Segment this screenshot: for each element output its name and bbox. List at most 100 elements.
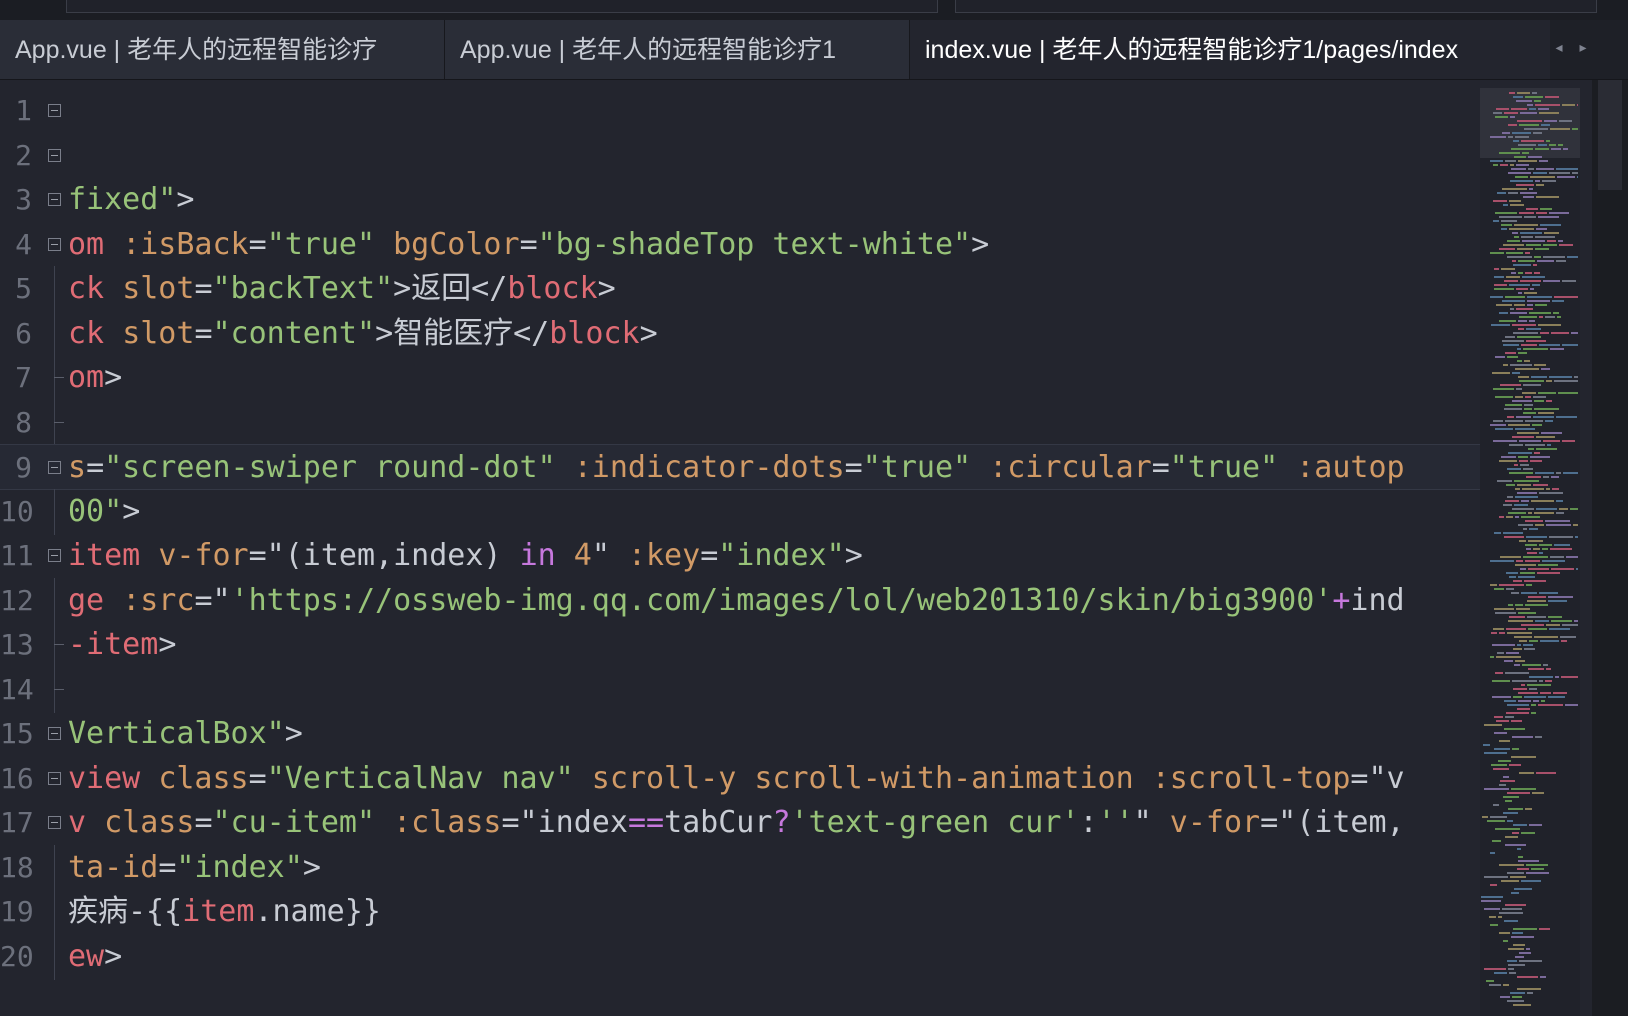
code-line[interactable]: 1 bbox=[0, 88, 1480, 134]
minimap-line bbox=[1504, 660, 1513, 662]
minimap-line bbox=[1515, 176, 1528, 178]
code-line[interactable]: 5 ck slot="backText">返回</block> bbox=[0, 266, 1480, 312]
minimap-line bbox=[1546, 488, 1550, 490]
minimap-line bbox=[1495, 828, 1520, 830]
minimap-line bbox=[1536, 212, 1547, 214]
code-editor[interactable]: 1 2 3 fixed"> 4 om :isBack="true" bgColor="bg… bbox=[0, 80, 1480, 1016]
code-line[interactable]: 2 bbox=[0, 133, 1480, 179]
minimap-line bbox=[1513, 696, 1522, 698]
code-line[interactable]: 9 s="screen-swiper round-dot" :indicator-… bbox=[0, 444, 1480, 490]
minimap-line bbox=[1540, 976, 1546, 978]
minimap-line bbox=[1512, 232, 1518, 234]
code-line[interactable]: 10 00"> bbox=[0, 488, 1480, 535]
code-line[interactable]: 12 ge :src="'https://ossweb-img.qq.com/im… bbox=[0, 577, 1480, 624]
fold-toggle-icon[interactable] bbox=[48, 549, 61, 562]
minimap-line bbox=[1501, 456, 1516, 458]
minimap-line bbox=[1510, 992, 1525, 994]
fold-toggle-icon[interactable] bbox=[48, 771, 61, 785]
minimap[interactable] bbox=[1480, 88, 1580, 1016]
minimap-line bbox=[1516, 560, 1523, 562]
fold-toggle-icon[interactable] bbox=[48, 148, 61, 162]
minimap-line bbox=[1493, 628, 1504, 630]
minimap-line bbox=[1532, 92, 1537, 94]
code-line[interactable]: 20 ew> bbox=[0, 933, 1480, 980]
minimap-line bbox=[1492, 644, 1515, 646]
tab-app-vue-1[interactable]: App.vue | 老年人的远程智能诊疗1 bbox=[445, 20, 910, 79]
minimap-line bbox=[1516, 416, 1531, 418]
minimap-line bbox=[1515, 956, 1524, 958]
code-line[interactable]: 16 view class="VerticalNav nav" scroll-y … bbox=[0, 756, 1480, 802]
minimap-line bbox=[1507, 632, 1532, 634]
code-token: scroll-y bbox=[591, 760, 737, 796]
code-token: :src bbox=[122, 582, 195, 618]
code-line[interactable]: 11 item v-for="(item,index) in 4" :key="i… bbox=[0, 533, 1480, 579]
line-number: 4 bbox=[15, 227, 32, 261]
tab-index-vue[interactable]: index.vue | 老年人的远程智能诊疗1/pages/index bbox=[910, 20, 1550, 79]
minimap-line bbox=[1508, 948, 1524, 950]
minimap-line bbox=[1518, 612, 1536, 614]
code-line[interactable]: 13 -item> bbox=[0, 622, 1480, 668]
minimap-line bbox=[1505, 836, 1518, 838]
minimap-line bbox=[1546, 400, 1552, 402]
minimap-line bbox=[1507, 240, 1520, 242]
code-line[interactable]: 19 疾病-{{item.name}} bbox=[0, 889, 1480, 935]
code-line[interactable]: 8 bbox=[0, 399, 1480, 446]
minimap-line bbox=[1524, 408, 1532, 410]
minimap-line bbox=[1559, 120, 1572, 122]
scrollbar-thumb[interactable] bbox=[1598, 80, 1622, 190]
minimap-line bbox=[1517, 248, 1533, 250]
minimap-line bbox=[1526, 584, 1532, 586]
fold-toggle-icon[interactable] bbox=[48, 727, 61, 740]
minimap-line bbox=[1499, 740, 1510, 742]
minimap-line bbox=[1518, 260, 1535, 262]
code-line[interactable]: 7 om> bbox=[0, 355, 1480, 401]
minimap-line bbox=[1507, 468, 1521, 470]
minimap-line bbox=[1531, 712, 1536, 714]
minimap-line bbox=[1491, 632, 1497, 634]
minimap-line bbox=[1511, 756, 1536, 758]
code-line[interactable]: 4 om :isBack="true" bgColor="bg-shadeTop … bbox=[0, 222, 1480, 268]
code-token: " bbox=[591, 538, 628, 573]
minimap-line bbox=[1524, 292, 1537, 294]
code-line[interactable]: 3 fixed"> bbox=[0, 177, 1480, 223]
fold-toggle-icon[interactable] bbox=[48, 237, 61, 251]
code-line[interactable]: 18 ta-id="index"> bbox=[0, 844, 1480, 891]
fold-toggle-icon[interactable] bbox=[48, 104, 61, 117]
minimap-line bbox=[1523, 412, 1536, 414]
minimap-line bbox=[1524, 360, 1530, 362]
minimap-line bbox=[1512, 748, 1519, 750]
minimap-line bbox=[1524, 404, 1533, 406]
tab-scroll-right-icon[interactable]: ▸ bbox=[1576, 38, 1590, 58]
code-token: tabCur bbox=[664, 805, 773, 840]
code-token: ="(item,index) bbox=[248, 538, 520, 573]
code-text: ck slot="content">智能医疗</block> bbox=[68, 311, 1480, 357]
vertical-scrollbar[interactable] bbox=[1592, 80, 1628, 1016]
fold-toggle-icon[interactable] bbox=[48, 461, 61, 474]
tab-app-vue[interactable]: App.vue | 老年人的远程智能诊疗 bbox=[0, 20, 445, 79]
minimap-line bbox=[1560, 636, 1576, 638]
code-line[interactable]: 17 v class="cu-item" :class="index==tabCu… bbox=[0, 800, 1480, 846]
minimap-line bbox=[1538, 108, 1549, 110]
minimap-line bbox=[1556, 472, 1561, 474]
fold-toggle-icon[interactable] bbox=[48, 193, 61, 206]
minimap-line bbox=[1511, 272, 1516, 274]
minimap-line bbox=[1523, 556, 1548, 558]
minimap-line bbox=[1513, 944, 1525, 946]
code-line[interactable]: 15 VerticalBox"> bbox=[0, 711, 1480, 757]
tab-scroll-left-icon[interactable]: ◂ bbox=[1552, 38, 1566, 58]
code-line[interactable]: 6 ck slot="content">智能医疗</block> bbox=[0, 310, 1480, 357]
minimap-line bbox=[1547, 444, 1551, 446]
minimap-line bbox=[1514, 224, 1538, 226]
minimap-line bbox=[1543, 476, 1549, 478]
line-number: 16 bbox=[0, 761, 34, 795]
code-line[interactable]: 14 bbox=[0, 666, 1480, 713]
minimap-line bbox=[1543, 664, 1548, 666]
code-text: s="screen-swiper round-dot" :indicator-d… bbox=[68, 445, 1480, 491]
minimap-line bbox=[1494, 972, 1507, 974]
fold-toggle-icon[interactable] bbox=[48, 816, 61, 829]
code-token: > bbox=[104, 938, 123, 974]
